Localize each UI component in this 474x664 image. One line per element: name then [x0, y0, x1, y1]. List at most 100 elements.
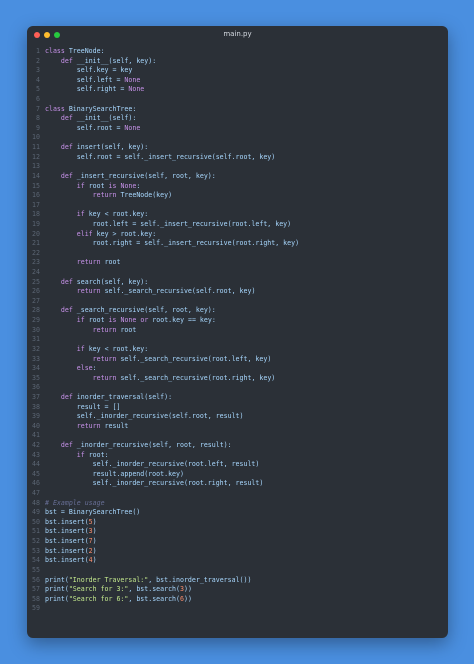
code-token: search(self, key): — [72, 277, 149, 286]
code-token: ) — [92, 537, 97, 546]
code-line: 38 result = [] — [27, 403, 448, 413]
code-token: _insert_recursive(self, root, key): — [72, 171, 216, 180]
code-token: result — [100, 421, 129, 430]
code-token: ) — [92, 517, 97, 526]
code-area[interactable]: 1 class TreeNode: 2 def __init__(self, key… — [27, 47, 448, 614]
line-number: 12 — [32, 152, 40, 161]
code-token: bst.insert( — [45, 546, 89, 555]
line-number: 51 — [32, 527, 40, 536]
line-number: 15 — [32, 181, 40, 190]
code-token: bst = BinarySearchTree() — [45, 508, 141, 517]
code-token: root — [84, 316, 109, 325]
code-line: 33 return self._search_recursive(root.le… — [27, 355, 448, 365]
code-token: self._search_recursive(root.left, key) — [116, 354, 272, 363]
line-number: 41 — [32, 431, 40, 440]
line-number: 5 — [36, 85, 40, 94]
code-line: 19 root.left = self._insert_recursive(ro… — [27, 220, 448, 230]
code-line: 36 — [27, 383, 448, 393]
code-token: TreeNode: — [64, 47, 105, 55]
code-line: 14 def _insert_recursive(self, root, key… — [27, 172, 448, 182]
code-token: None — [120, 316, 137, 325]
code-token: class — [45, 104, 65, 113]
code-token: TreeNode(key) — [116, 191, 173, 200]
line-number: 39 — [32, 412, 40, 421]
code-line: 43 if root: — [27, 451, 448, 461]
line-number: 45 — [32, 469, 40, 478]
code-line: 6 — [27, 95, 448, 105]
code-line: 29 if root is None or root.key == key: — [27, 316, 448, 326]
line-number: 9 — [36, 123, 40, 132]
line-number: 26 — [32, 287, 40, 296]
code-line: 37 def inorder_traversal(self): — [27, 393, 448, 403]
line-number: 48 — [32, 498, 40, 507]
code-token: def — [60, 306, 73, 315]
code-token: "Search for 6:" — [68, 594, 129, 603]
code-line: 4 self.left = None — [27, 76, 448, 86]
code-line: 34 else: — [27, 364, 448, 374]
code-token: print( — [45, 575, 69, 584]
code-line: 54 bst.insert(4) — [27, 556, 448, 566]
code-token: return — [92, 191, 117, 200]
line-number: 11 — [32, 143, 40, 152]
code-token: root.key == key: — [148, 316, 216, 325]
line-number: 6 — [36, 95, 40, 104]
code-token: self._inorder_recursive(self.root, resul… — [45, 412, 244, 421]
code-token: return — [92, 373, 117, 382]
code-line: 11 def insert(self, key): — [27, 143, 448, 153]
code-token: def — [60, 56, 73, 65]
code-token: self.root = — [45, 123, 125, 132]
line-number: 32 — [32, 344, 40, 353]
code-token: bst.insert( — [45, 517, 89, 526]
code-line: 15 if root is None: — [27, 182, 448, 192]
code-token: if — [76, 316, 85, 325]
line-number: 44 — [32, 460, 40, 469]
code-token: result = [] — [45, 402, 121, 411]
line-number: 1 — [36, 47, 40, 55]
code-token: bst.insert( — [45, 527, 89, 536]
line-number: 36 — [32, 383, 40, 392]
code-token: def — [60, 143, 73, 152]
code-token: is — [108, 316, 117, 325]
code-token: root — [116, 325, 137, 334]
code-line: 21 root.right = self._insert_recursive(r… — [27, 239, 448, 249]
line-number: 29 — [32, 316, 40, 325]
code-line: 7 class BinarySearchTree: — [27, 105, 448, 115]
line-number: 57 — [32, 585, 40, 594]
code-line: 25 def search(self, key): — [27, 278, 448, 288]
code-line: 9 self.root = None — [27, 124, 448, 134]
code-line: 51 bst.insert(3) — [27, 527, 448, 537]
line-number: 42 — [32, 440, 40, 449]
code-token: else — [76, 364, 93, 373]
code-token: self._inorder_recursive(root.right, resu… — [45, 479, 264, 488]
code-line: 20 elif key > root.key: — [27, 230, 448, 240]
code-line: 1 class TreeNode: — [27, 47, 448, 57]
code-token: self._search_recursive(self.root, key) — [100, 287, 256, 296]
code-token: key < root.key: — [84, 210, 149, 219]
code-token: "Inorder Traversal:" — [68, 575, 149, 584]
code-token: def — [60, 171, 73, 180]
line-number: 4 — [36, 75, 40, 84]
code-line: 27 — [27, 297, 448, 307]
line-number: 10 — [32, 133, 40, 142]
code-token: None — [120, 181, 137, 190]
code-token: )) — [183, 585, 192, 594]
code-token: class — [45, 47, 65, 55]
line-number: 50 — [32, 517, 40, 526]
code-editor-window: main.py 1 class TreeNode: 2 def __init__(s… — [27, 26, 448, 638]
code-token: key > root.key: — [92, 229, 157, 238]
code-line: 59 — [27, 604, 448, 614]
code-line: 39 self._inorder_recursive(self.root, re… — [27, 412, 448, 422]
code-line: 57 print("Search for 3:", bst.search(3)) — [27, 585, 448, 595]
code-token: if — [76, 450, 85, 459]
code-line: 52 bst.insert(7) — [27, 537, 448, 547]
